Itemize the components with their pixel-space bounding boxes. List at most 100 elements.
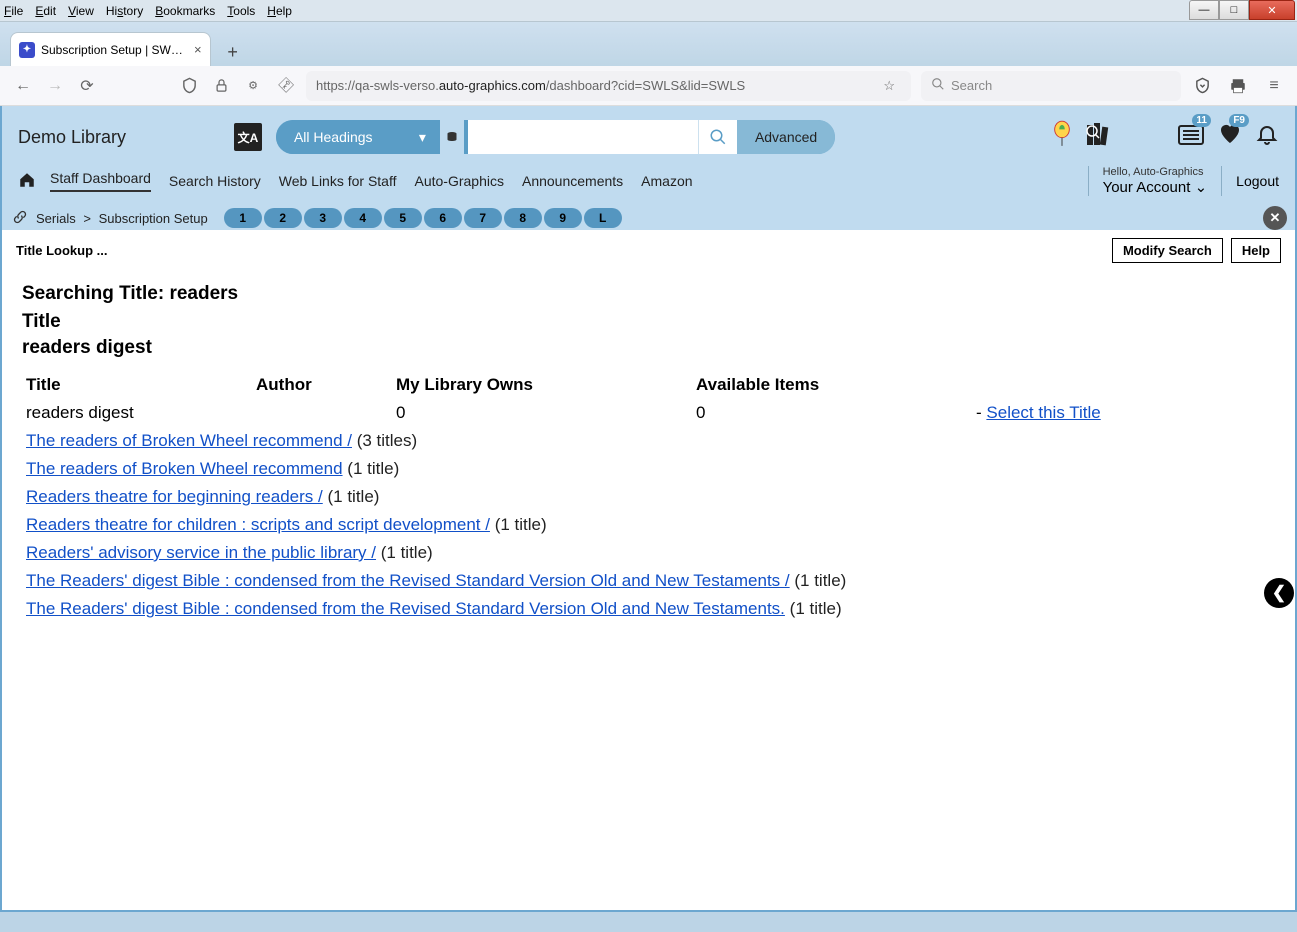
help-button[interactable]: Help [1231, 238, 1281, 263]
translate-icon[interactable]: 文A [234, 123, 262, 151]
close-panel-button[interactable]: ✕ [1263, 206, 1287, 230]
catalog-search-input[interactable] [468, 120, 698, 154]
collapse-arrow-button[interactable]: ❮ [1264, 578, 1294, 608]
step-tab[interactable]: 3 [304, 208, 342, 228]
menu-icon[interactable]: ≡ [1263, 75, 1285, 97]
modify-search-button[interactable]: Modify Search [1112, 238, 1223, 263]
star-icon[interactable]: ☆ [883, 78, 895, 94]
title-link[interactable]: Readers theatre for children : scripts a… [26, 515, 490, 534]
window-controls: — □ ✕ [1189, 0, 1295, 21]
table-row: The Readers' digest Bible : condensed fr… [16, 595, 1281, 623]
balloon-icon[interactable] [1051, 120, 1073, 154]
page-content: Title Lookup ... Modify Search Help Sear… [2, 230, 1295, 910]
step-tab[interactable]: 2 [264, 208, 302, 228]
col-available: Available Items [686, 371, 966, 399]
back-button[interactable]: ← [12, 75, 34, 97]
url-field[interactable]: https://qa-swls-verso.auto-graphics.com/… [306, 71, 911, 101]
main-nav: Staff Dashboard Search History Web Links… [2, 160, 1295, 206]
hello-text: Hello, Auto-Graphics [1103, 166, 1208, 178]
step-tab[interactable]: 7 [464, 208, 502, 228]
title-link[interactable]: The readers of Broken Wheel recommend [26, 459, 343, 478]
menu-help[interactable]: Help [267, 4, 292, 18]
subheading-title: Title [16, 311, 1281, 333]
menu-bookmarks[interactable]: Bookmarks [155, 4, 215, 18]
title-link[interactable]: The Readers' digest Bible : condensed fr… [26, 571, 790, 590]
menu-tools[interactable]: Tools [227, 4, 255, 18]
table-row: The readers of Broken Wheel recommend / … [16, 427, 1281, 455]
menu-history[interactable]: History [106, 4, 143, 18]
key-icon[interactable]: ⚿ [269, 70, 300, 101]
title-lookup-label: Title Lookup ... [16, 243, 107, 258]
breadcrumb-subscription[interactable]: Subscription Setup [99, 211, 208, 226]
home-icon[interactable] [18, 171, 36, 192]
cell-title: readers digest [16, 399, 246, 427]
select-title-link[interactable]: Select this Title [986, 403, 1100, 422]
col-title: Title [16, 371, 246, 399]
nav-staff-dashboard[interactable]: Staff Dashboard [50, 170, 151, 192]
browser-tab[interactable]: ✦ Subscription Setup | SWLS | swls × [10, 32, 211, 66]
tab-title: Subscription Setup | SWLS | swls [41, 43, 186, 57]
nav-search-history[interactable]: Search History [169, 173, 261, 189]
window-close-button[interactable]: ✕ [1249, 0, 1295, 20]
heart-icon[interactable]: F9 [1217, 122, 1243, 153]
step-tab[interactable]: 8 [504, 208, 542, 228]
menu-file[interactable]: File [4, 4, 23, 18]
permissions-icon[interactable]: ⚙ [242, 75, 264, 97]
chevron-down-icon: ⌄ [1190, 179, 1207, 196]
step-tab[interactable]: 6 [424, 208, 462, 228]
url-text: https://qa-swls-verso.auto-graphics.com/… [316, 78, 883, 93]
step-tab[interactable]: 5 [384, 208, 422, 228]
cell-owns: 0 [386, 399, 686, 427]
col-author: Author [246, 371, 386, 399]
nav-auto-graphics[interactable]: Auto-Graphics [415, 173, 504, 189]
browser-search-box[interactable]: Search [921, 71, 1181, 101]
lock-icon[interactable] [210, 75, 232, 97]
title-link[interactable]: Readers' advisory service in the public … [26, 543, 376, 562]
catalog-search-button[interactable] [698, 120, 738, 154]
step-tab[interactable]: 9 [544, 208, 582, 228]
step-tab[interactable]: 4 [344, 208, 382, 228]
forward-button[interactable]: → [44, 75, 66, 97]
database-icon[interactable] [440, 120, 464, 154]
books-icon[interactable] [1085, 121, 1113, 153]
step-tab[interactable]: 1 [224, 208, 262, 228]
maximize-button[interactable]: □ [1219, 0, 1249, 20]
tab-close-icon[interactable]: × [194, 42, 202, 57]
app-header: Demo Library 文A All Headings Advanced [2, 106, 1295, 160]
title-link[interactable]: Readers theatre for beginning readers / [26, 487, 323, 506]
menu-edit[interactable]: Edit [35, 4, 56, 18]
bell-icon[interactable] [1255, 121, 1279, 154]
title-link[interactable]: The Readers' digest Bible : condensed fr… [26, 599, 785, 618]
menu-view[interactable]: View [68, 4, 94, 18]
cell-avail: 0 [686, 399, 966, 427]
breadcrumb-row: Serials > Subscription Setup 1 2 3 4 5 6… [2, 206, 1295, 230]
table-row: Readers theatre for children : scripts a… [16, 511, 1281, 539]
subheading-query: readers digest [16, 337, 1281, 359]
advanced-search-button[interactable]: Advanced [737, 120, 835, 154]
nav-web-links[interactable]: Web Links for Staff [279, 173, 397, 189]
minimize-button[interactable]: — [1189, 0, 1219, 20]
table-row: The readers of Broken Wheel recommend (1… [16, 455, 1281, 483]
new-tab-button[interactable]: + [219, 38, 247, 66]
step-tabs: 1 2 3 4 5 6 7 8 9 L [224, 208, 624, 228]
search-placeholder: Search [951, 78, 992, 93]
pocket-icon[interactable] [1191, 75, 1213, 97]
chain-icon [12, 209, 28, 228]
title-link[interactable]: The readers of Broken Wheel recommend / [26, 431, 352, 450]
results-table: Title Author My Library Owns Available I… [16, 371, 1281, 623]
account-menu[interactable]: Hello, Auto-Graphics Your Account ⌄ [1088, 166, 1223, 196]
step-tab[interactable]: L [584, 208, 622, 228]
library-title: Demo Library [18, 127, 126, 148]
table-row: The Readers' digest Bible : condensed fr… [16, 567, 1281, 595]
reload-button[interactable]: ⟳ [76, 75, 98, 97]
print-icon[interactable] [1227, 75, 1249, 97]
heart-badge: F9 [1229, 114, 1249, 127]
browser-menubar: File Edit View History Bookmarks Tools H… [0, 0, 1297, 22]
breadcrumb-serials[interactable]: Serials [36, 211, 76, 226]
nav-announcements[interactable]: Announcements [522, 173, 623, 189]
list-icon[interactable]: 11 [1177, 122, 1205, 153]
headings-dropdown[interactable]: All Headings [276, 120, 436, 154]
shield-icon[interactable] [178, 75, 200, 97]
nav-amazon[interactable]: Amazon [641, 173, 692, 189]
logout-link[interactable]: Logout [1236, 173, 1279, 189]
